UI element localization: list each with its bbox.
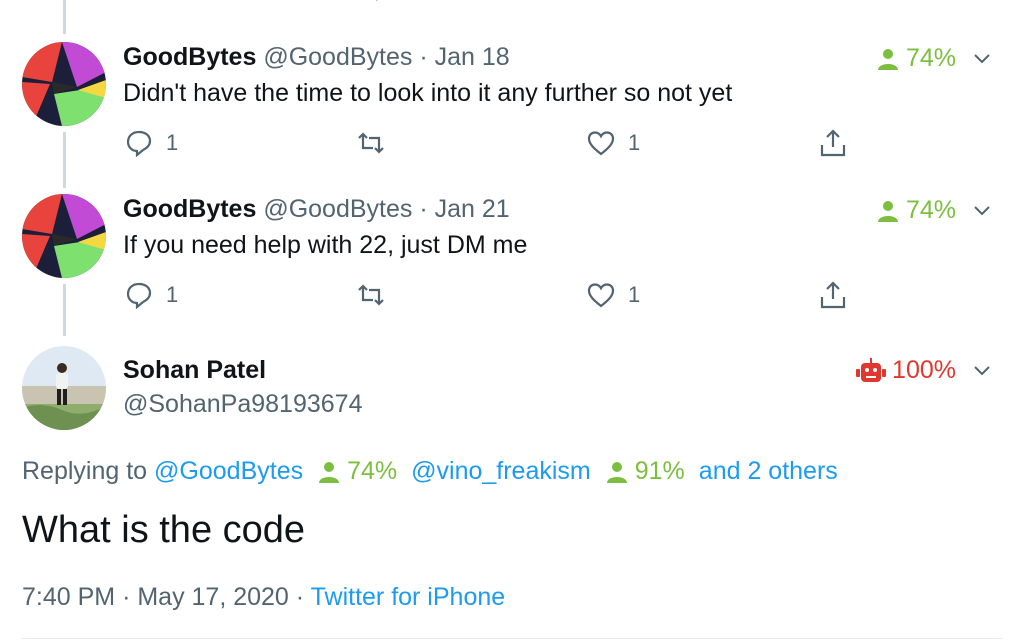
author-name[interactable]: Sohan Patel bbox=[123, 356, 266, 385]
mention-score[interactable]: 74% bbox=[317, 457, 397, 486]
like-count: 1 bbox=[628, 130, 641, 155]
tweet-actions: 1 1 bbox=[0, 266, 1024, 310]
author-handle[interactable]: @GoodBytes bbox=[263, 195, 412, 223]
separator-dot: · bbox=[122, 583, 131, 611]
others-link[interactable]: and 2 others bbox=[699, 457, 838, 486]
reply-button[interactable]: 1 bbox=[124, 128, 178, 158]
reply-count: 1 bbox=[166, 130, 179, 155]
reply-icon bbox=[126, 282, 152, 310]
tweet-header: GoodBytes @GoodBytes · Jan 18 bbox=[123, 42, 510, 72]
score-value: 91% bbox=[634, 457, 685, 485]
score-value: 74% bbox=[347, 457, 398, 485]
bot-score-badge[interactable]: 74% bbox=[876, 44, 956, 73]
tweet-meta: 7:40 PM · May 17, 2020 · Twitter for iPh… bbox=[22, 583, 505, 612]
person-icon bbox=[319, 461, 340, 483]
share-icon bbox=[820, 129, 846, 157]
source-link[interactable]: Twitter for iPhone bbox=[311, 583, 506, 611]
separator-dot: · bbox=[419, 195, 428, 223]
score-value: 100% bbox=[892, 356, 956, 384]
share-button[interactable] bbox=[818, 128, 848, 158]
replying-label: Replying to bbox=[22, 457, 148, 485]
retweet-icon bbox=[358, 284, 384, 306]
author-handle[interactable]: @SohanPa98193674 bbox=[123, 390, 362, 419]
tweet-text: Didn't have the time to look into it any… bbox=[123, 79, 733, 107]
chevron-down-icon[interactable] bbox=[970, 358, 994, 382]
mention-link[interactable]: @vino_freakism bbox=[411, 457, 591, 486]
tweet-header: GoodBytes @GoodBytes · Jan 21 bbox=[123, 194, 510, 224]
reply-button[interactable]: 1 bbox=[124, 280, 178, 310]
mention-score[interactable]: 91% bbox=[605, 457, 685, 486]
mention-link[interactable]: @GoodBytes bbox=[154, 457, 303, 486]
replying-to: Replying to @GoodBytes 74% @vino_freakis… bbox=[22, 457, 838, 486]
author-name[interactable]: GoodBytes bbox=[123, 195, 256, 223]
person-icon bbox=[877, 200, 898, 222]
cut-off-actions bbox=[0, 0, 1024, 6]
like-button[interactable]: 1 bbox=[586, 280, 640, 310]
chevron-down-icon[interactable] bbox=[970, 46, 994, 70]
person-icon bbox=[877, 48, 898, 70]
person-icon bbox=[606, 461, 627, 483]
retweet-button[interactable] bbox=[356, 280, 386, 310]
heart-icon bbox=[587, 283, 615, 308]
chevron-down-icon[interactable] bbox=[970, 198, 994, 222]
tweet-2[interactable]: GoodBytes @GoodBytes · Jan 21 If you nee… bbox=[0, 194, 1024, 334]
separator-dot: · bbox=[419, 43, 428, 71]
like-button[interactable]: 1 bbox=[586, 128, 640, 158]
tweet-date[interactable]: Jan 21 bbox=[435, 195, 510, 223]
score-value: 74% bbox=[905, 44, 956, 72]
separator-dot: · bbox=[295, 583, 305, 611]
like-count: 1 bbox=[628, 282, 641, 307]
retweet-button[interactable] bbox=[356, 128, 386, 158]
bot-score-badge[interactable]: 100% bbox=[856, 356, 956, 385]
divider bbox=[22, 638, 1002, 639]
tweet-time[interactable]: 7:40 PM bbox=[22, 583, 115, 611]
score-value: 74% bbox=[905, 196, 956, 224]
tweet-text: If you need help with 22, just DM me bbox=[123, 231, 528, 259]
reply-count: 1 bbox=[166, 282, 179, 307]
share-icon bbox=[820, 281, 846, 309]
tweet-date[interactable]: May 17, 2020 bbox=[137, 583, 289, 611]
reply-icon bbox=[126, 130, 152, 158]
author-handle[interactable]: @GoodBytes bbox=[263, 43, 412, 71]
tweet-text: What is the code bbox=[22, 509, 306, 551]
author-name[interactable]: GoodBytes bbox=[123, 43, 256, 71]
robot-icon bbox=[856, 357, 887, 382]
tweet-actions: 1 1 bbox=[0, 114, 1024, 158]
retweet-icon bbox=[358, 132, 384, 154]
avatar[interactable] bbox=[22, 346, 106, 430]
share-button[interactable] bbox=[818, 280, 848, 310]
bot-score-badge[interactable]: 74% bbox=[876, 196, 956, 225]
tweet-date[interactable]: Jan 18 bbox=[435, 43, 510, 71]
heart-icon bbox=[587, 131, 615, 156]
tweet-1[interactable]: GoodBytes @GoodBytes · Jan 18 Didn't hav… bbox=[0, 42, 1024, 182]
